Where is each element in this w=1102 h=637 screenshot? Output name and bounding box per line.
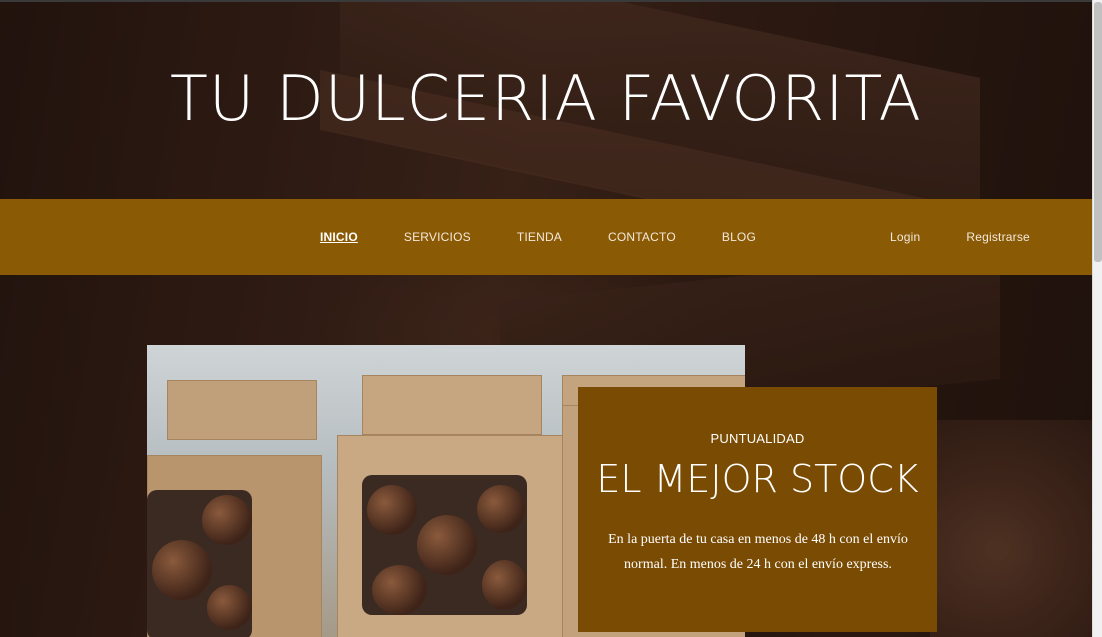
window-top-border xyxy=(0,0,1092,2)
nav-link-contacto[interactable]: CONTACTO xyxy=(608,230,676,244)
nav-link-blog[interactable]: BLOG xyxy=(722,230,756,244)
nav-links: INICIO SERVICIOS TIENDA CONTACTO BLOG xyxy=(320,199,802,275)
feature-kicker: PUNTUALIDAD xyxy=(710,431,805,446)
login-link[interactable]: Login xyxy=(890,230,920,244)
feature-card: PUNTUALIDAD EL MEJOR STOCK En la puerta … xyxy=(578,387,937,632)
nav-link-servicios[interactable]: SERVICIOS xyxy=(404,230,471,244)
scrollbar-thumb[interactable] xyxy=(1094,2,1102,262)
nav-link-inicio[interactable]: INICIO xyxy=(320,230,358,244)
site-title: TU DULCERIA FAVORITA xyxy=(170,62,922,135)
nav-link-tienda[interactable]: TIENDA xyxy=(517,230,562,244)
main-navbar: INICIO SERVICIOS TIENDA CONTACTO BLOG Lo… xyxy=(0,199,1092,275)
nav-auth: Login Registrarse xyxy=(890,199,1076,275)
register-link[interactable]: Registrarse xyxy=(966,230,1030,244)
feature-description: En la puerta de tu casa en menos de 48 h… xyxy=(608,532,908,572)
feature-title: EL MEJOR STOCK xyxy=(596,457,919,501)
page-scrollbar[interactable] xyxy=(1092,0,1102,637)
